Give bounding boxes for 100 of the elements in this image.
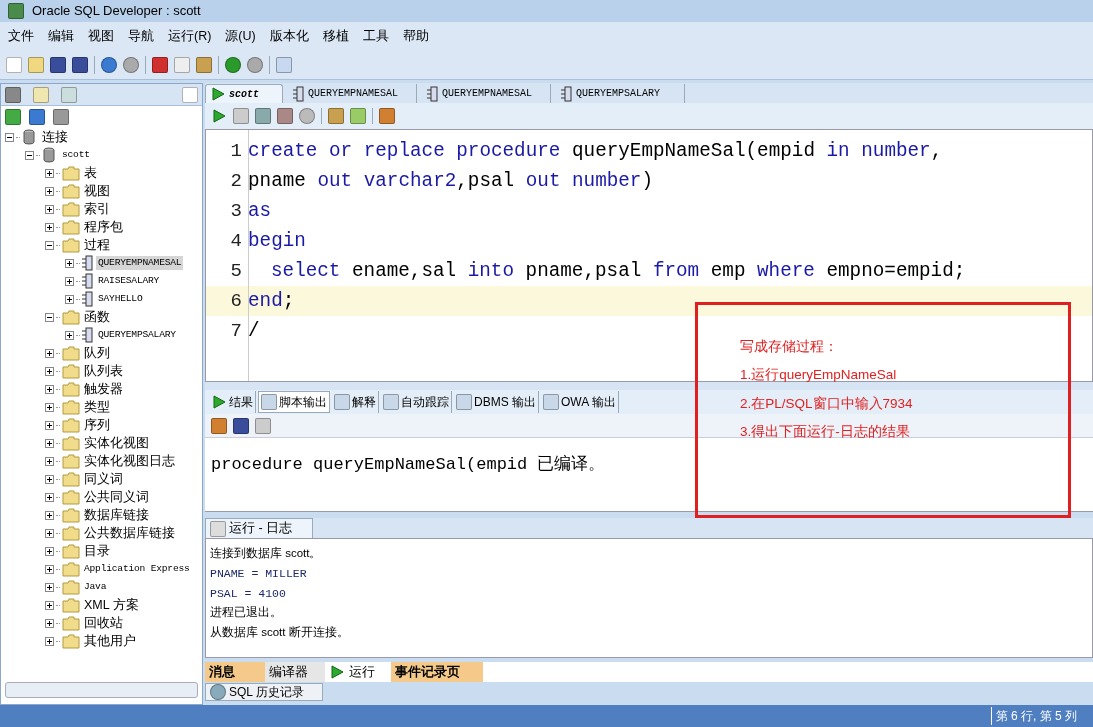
tree-item[interactable]: 数据库链接 [82,505,151,525]
collapse-toggle[interactable] [5,132,14,142]
editor-tab[interactable]: scott [205,84,283,103]
expand-toggle[interactable] [45,168,54,178]
menu-item[interactable]: 版本化 [269,26,309,46]
log-bottom-tab[interactable]: 消息 [205,662,265,682]
menu-item[interactable]: 导航 [128,26,154,46]
tree-item[interactable]: 表 [82,163,99,183]
expand-toggle[interactable] [45,528,54,538]
output-tab[interactable]: 脚本输出 [258,391,330,413]
annotation-text: 写成存储过程： [740,338,839,356]
log-tab[interactable]: 运行 - 日志 [205,518,313,538]
tree-item[interactable]: QUERYEMPNAMESAL [96,255,184,271]
expand-toggle[interactable] [65,294,74,304]
tree-item[interactable]: 其他用户 [82,631,138,651]
procedure-icon [82,327,94,343]
expand-toggle[interactable] [45,186,54,196]
expand-toggle[interactable] [65,258,74,268]
expand-toggle[interactable] [45,492,54,502]
expand-toggle[interactable] [45,618,54,628]
tree-item[interactable]: 公共数据库链接 [82,523,177,543]
code-line: as [247,198,272,224]
menu-item[interactable]: 视图 [88,26,114,46]
run-icon [211,394,227,410]
expand-toggle[interactable] [45,636,54,646]
collapse-toggle[interactable] [25,150,34,160]
expand-toggle[interactable] [45,546,54,556]
menu-item[interactable]: 源(U) [225,26,256,46]
expand-toggle[interactable] [45,456,54,466]
output-tab[interactable]: 解释 [332,391,379,413]
tree-item[interactable]: 类型 [82,397,112,417]
tree-item[interactable]: XML 方案 [82,595,141,615]
database-icon [22,129,38,145]
tree-item[interactable]: 队列 [82,343,112,363]
tree-item[interactable]: RAISESALARY [96,273,162,289]
cursor-position: 第 6 行, 第 5 列 [990,707,1077,725]
line-number: 7 [229,318,243,344]
tree-item[interactable]: 同义词 [82,469,125,489]
tree-item[interactable]: 视图 [82,181,112,201]
menu-item[interactable]: 运行(R) [168,26,212,46]
output-tab[interactable]: 自动跟踪 [381,391,452,413]
tree-item[interactable]: 公共同义词 [82,487,151,507]
menu-item[interactable]: 移植 [322,26,349,46]
tree-item[interactable]: scott [60,147,92,163]
tree-item[interactable]: 实体化视图日志 [82,451,177,471]
output-tab[interactable]: OWA 输出 [541,391,619,413]
tree-item[interactable]: 触发器 [82,379,125,399]
log-bottom-tab[interactable]: 事件记录页 [391,662,483,682]
annotation-text: 1.运行queryEmpNameSal [740,366,898,385]
expand-toggle[interactable] [45,564,54,574]
tree-item[interactable]: 回收站 [82,613,125,633]
tree-item[interactable]: 过程 [82,235,112,255]
line-number: 3 [229,198,243,224]
expand-toggle[interactable] [45,600,54,610]
line-number: 6 [229,288,243,314]
horizontal-scrollbar[interactable] [5,682,198,698]
collapse-toggle[interactable] [45,240,54,250]
tree-item[interactable]: 队列表 [82,361,125,381]
output-tab[interactable]: DBMS 输出 [454,391,539,413]
menu-item[interactable]: 帮助 [402,26,429,46]
tree-item[interactable]: 索引 [82,199,112,219]
tree-item[interactable]: 实体化视图 [82,433,151,453]
log-line: 进程已退出。 [210,605,283,621]
tree-item[interactable]: Java [82,579,109,595]
expand-toggle[interactable] [45,204,54,214]
expand-toggle[interactable] [45,582,54,592]
expand-toggle[interactable] [45,348,54,358]
procedure-icon [82,255,94,271]
expand-toggle[interactable] [45,222,54,232]
script-output-line: procedure queryEmpNameSal(empid 已编译。 [211,454,607,476]
expand-toggle[interactable] [45,438,54,448]
log-bottom-tab[interactable]: 编译器 [265,662,325,682]
tree-item[interactable]: 函数 [82,307,112,327]
history-tab[interactable]: SQL 历史记录 [205,683,323,701]
menu-item[interactable]: 编辑 [48,26,74,46]
tree-item[interactable]: 程序包 [82,217,125,237]
tree-item[interactable]: 连接 [40,128,70,147]
menu-item[interactable]: 文件 [8,26,34,46]
expand-toggle[interactable] [45,402,54,412]
procedure-icon [82,273,94,289]
expand-toggle[interactable] [45,366,54,376]
expand-toggle[interactable] [45,420,54,430]
expand-toggle[interactable] [45,474,54,484]
expand-toggle[interactable] [45,510,54,520]
tree-item[interactable]: Application Express [82,561,192,577]
expand-toggle[interactable] [65,330,74,340]
expand-toggle[interactable] [65,276,74,286]
run-icon[interactable] [211,108,227,124]
line-number: 5 [229,258,243,284]
tree-item[interactable]: SAYHELLO [96,291,145,307]
collapse-toggle[interactable] [45,312,54,322]
expand-toggle[interactable] [45,384,54,394]
code-line: create or replace procedure queryEmpNameSal(empid in number, [247,138,943,164]
output-tab[interactable]: 结果 [209,391,256,413]
tree-item[interactable]: 序列 [82,415,112,435]
tree-item[interactable]: QUERYEMPSALARY [96,327,178,343]
menu-item[interactable]: 工具 [362,26,389,46]
code-line: end; [247,288,295,314]
window-title: Oracle SQL Developer : scott [32,2,201,21]
tree-item[interactable]: 目录 [82,541,112,561]
